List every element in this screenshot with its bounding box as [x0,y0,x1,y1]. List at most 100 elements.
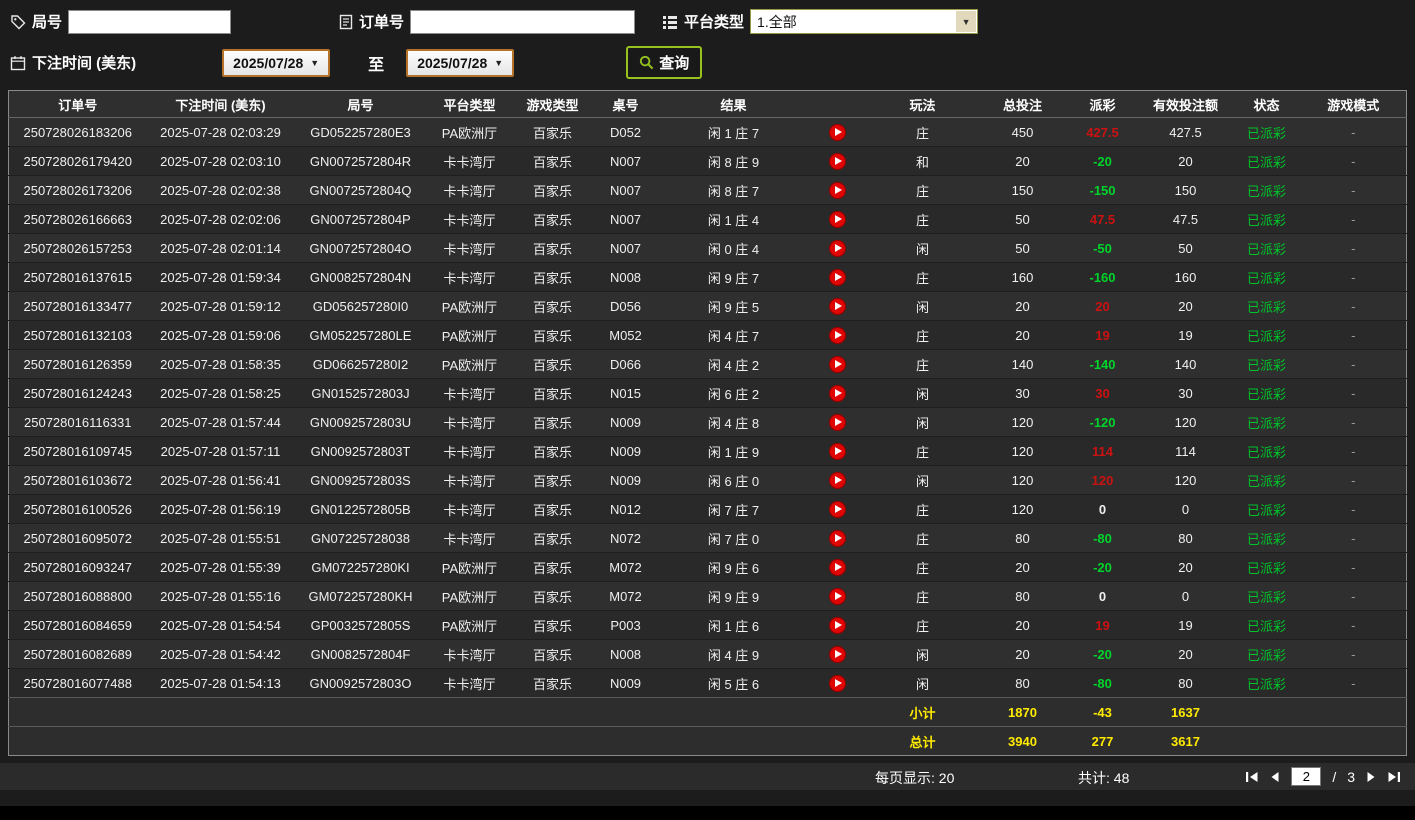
page-number-input[interactable] [1291,767,1322,786]
cell-platform: 卡卡湾厅 [426,639,513,669]
cell-play: 庄 [866,117,979,147]
query-button[interactable]: 查询 [626,46,703,79]
previous-page-button[interactable] [1270,771,1280,783]
col-header-platform: 平台类型 [426,90,513,118]
replay-play-icon[interactable] [829,413,846,431]
cell-result: 闲 9 庄 7 [658,262,809,292]
cell-game-type: 百家乐 [512,552,593,582]
cell-total-bet: 160 [978,262,1067,292]
cell-payout: -50 [1066,233,1139,263]
replay-play-icon[interactable] [829,529,846,547]
cell-status: 已派彩 [1232,581,1301,611]
replay-play-icon[interactable] [829,123,846,141]
table-row: 250728026183206 2025-07-28 02:03:29 GD0522… [8,117,1407,147]
filter-bar: 局号 订单号 平台类型 1.全部 ▼ 下注时间 (美东) 2025/07/28 … [0,0,1415,90]
cell-status: 已派彩 [1232,552,1301,582]
cell-round-id: GN0072572804P [294,204,427,234]
cell-replay [808,146,867,176]
cell-round-id: GN0072572804O [294,233,427,263]
replay-play-icon[interactable] [829,239,846,257]
cell-replay [808,668,867,698]
cell-platform: 卡卡湾厅 [426,494,513,524]
per-page-label: 每页显示: 20 [875,770,955,786]
cell-payout: 20 [1066,291,1139,321]
subtotal-label: 小计 [866,697,979,727]
replay-play-icon[interactable] [829,616,846,634]
replay-play-icon[interactable] [829,442,846,460]
replay-play-icon[interactable] [829,326,846,344]
bet-time-group: 下注时间 (美东) [10,52,136,73]
cell-total-bet: 30 [978,378,1067,408]
cell-status: 已派彩 [1232,407,1301,437]
cell-round-id: GN0072572804R [294,146,427,176]
table-row: 250728016132103 2025-07-28 01:59:06 GM0522… [8,320,1407,350]
cell-total-bet: 120 [978,465,1067,495]
replay-play-icon[interactable] [829,268,846,286]
table-row: 250728026173206 2025-07-28 02:02:38 GN0072… [8,175,1407,205]
cell-play: 闲 [866,407,979,437]
replay-play-icon[interactable] [829,181,846,199]
query-button-label: 查询 [659,55,690,72]
first-page-button[interactable] [1245,771,1259,783]
replay-play-icon[interactable] [829,210,846,228]
replay-play-icon[interactable] [829,355,846,373]
table-row: 250728016109745 2025-07-28 01:57:11 GN0092… [8,436,1407,466]
cell-valid-bet: 0 [1138,494,1233,524]
replay-play-icon[interactable] [829,471,846,489]
round-number-input[interactable] [68,9,232,34]
cell-payout: 47.5 [1066,204,1139,234]
replay-play-icon[interactable] [829,587,846,605]
table-row: 250728016133477 2025-07-28 01:59:12 GD0562… [8,291,1407,321]
cell-replay [808,639,867,669]
cell-valid-bet: 20 [1138,146,1233,176]
cell-play: 庄 [866,320,979,350]
date-from-value: 2025/07/28 [233,54,304,71]
cell-round-id: GP0032572805S [294,610,427,640]
cell-status: 已派彩 [1232,175,1301,205]
replay-play-icon[interactable] [829,558,846,576]
cell-platform: PA欧洲厅 [426,581,513,611]
cell-replay [808,494,867,524]
replay-play-icon[interactable] [829,674,846,692]
cell-payout: -80 [1066,523,1139,553]
cell-result: 闲 1 庄 6 [658,610,809,640]
col-header-result: 结果 [658,90,809,118]
cell-game-type: 百家乐 [512,378,593,408]
cell-game-mode: - [1300,233,1407,263]
cell-payout: 120 [1066,465,1139,495]
replay-play-icon[interactable] [829,152,846,170]
cell-game-type: 百家乐 [512,494,593,524]
date-from-picker[interactable]: 2025/07/28 ▼ [222,48,331,77]
table-row: 250728016124243 2025-07-28 01:58:25 GN0152… [8,378,1407,408]
order-number-label: 订单号 [359,14,405,31]
cell-status: 已派彩 [1232,465,1301,495]
cell-platform: 卡卡湾厅 [426,233,513,263]
cell-result: 闲 9 庄 6 [658,552,809,582]
replay-play-icon[interactable] [829,645,846,663]
order-number-group: 订单号 [339,9,636,34]
last-page-button[interactable] [1387,771,1401,783]
replay-play-icon[interactable] [829,297,846,315]
date-to-picker[interactable]: 2025/07/28 ▼ [406,48,515,77]
cell-bet-time: 2025-07-28 01:55:51 [146,523,295,553]
next-page-button[interactable] [1366,771,1376,783]
cell-order-id: 250728026173206 [8,175,147,205]
cell-play: 庄 [866,581,979,611]
magnifier-icon [639,55,654,70]
replay-play-icon[interactable] [829,384,846,402]
cell-result: 闲 4 庄 7 [658,320,809,350]
cell-payout: -80 [1066,668,1139,698]
chevron-down-icon: ▼ [310,57,320,68]
order-number-input[interactable] [410,9,636,34]
col-header-order-id: 订单号 [8,90,147,118]
cell-table-no: N009 [592,436,659,466]
cell-order-id: 250728026166663 [8,204,147,234]
platform-type-select[interactable]: 1.全部 ▼ [750,9,979,34]
cell-result: 闲 4 庄 2 [658,349,809,379]
cell-table-no: N007 [592,146,659,176]
round-number-group: 局号 [10,9,232,34]
replay-play-icon[interactable] [829,500,846,518]
document-icon [339,14,353,30]
cell-play: 和 [866,146,979,176]
cell-platform: 卡卡湾厅 [426,465,513,495]
